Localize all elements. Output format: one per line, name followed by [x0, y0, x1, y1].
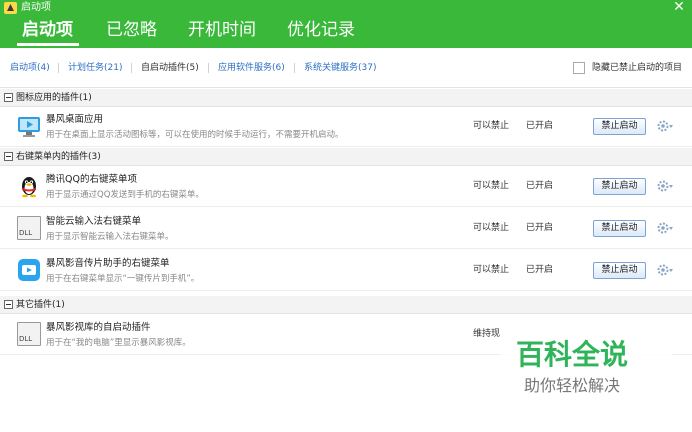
item-advice: 可以禁止 [473, 181, 510, 191]
item-description: 用于显示智能云输入法右键菜单。 [46, 232, 174, 242]
storm-transfer-icon [18, 259, 40, 281]
group-header[interactable]: 其它插件(1) [0, 296, 692, 314]
separator [58, 63, 59, 73]
group-header[interactable]: 右键菜单内的插件(3) [0, 148, 692, 166]
list-item: 暴风影音传片助手的右键菜单 用于在右键菜单显示“一键传片到手机”。 可以禁止 已… [0, 251, 692, 291]
item-title: 暴风桌面应用 [46, 114, 104, 125]
title-bar: 启动项 ✕ [0, 0, 692, 16]
item-description: 用于在桌面上显示活动图标等，可以在使用的时候手动运行，不需要开机启动。 [46, 130, 344, 140]
watermark-title: 百科全说 [516, 338, 629, 371]
gear-icon[interactable] [656, 119, 674, 133]
gear-icon[interactable] [656, 221, 674, 235]
storm-desktop-icon [18, 117, 40, 137]
item-status: 已开启 [526, 181, 554, 191]
disable-startup-button[interactable]: 禁止启动 [593, 118, 646, 135]
dll-file-icon: DLL [17, 216, 41, 240]
separator [294, 63, 295, 73]
hide-disabled-checkbox[interactable] [573, 62, 585, 74]
dll-file-icon-text: DLL [19, 335, 33, 343]
list-item: DLL 智能云输入法右键菜单 用于显示智能云输入法右键菜单。 可以禁止 已开启 … [0, 209, 692, 249]
subtab-startup[interactable]: 启动项(4) [10, 62, 50, 74]
qq-penguin-icon [22, 177, 36, 198]
app-logo-icon [4, 2, 17, 14]
startup-manager-window: 启动项 ✕ 启动项 已忽略 开机时间 优化记录 启动项(4) 计划任务(21) … [0, 0, 692, 432]
item-status: 已开启 [526, 265, 554, 275]
separator [131, 63, 132, 73]
item-advice: 可以禁止 [473, 265, 510, 275]
subtab-system-services[interactable]: 系统关键服务(37) [304, 62, 376, 74]
list-item: 暴风桌面应用 用于在桌面上显示活动图标等，可以在使用的时候手动运行，不需要开机启… [0, 107, 692, 147]
item-advice: 维持现 [473, 329, 501, 339]
watermark-subtitle: 助你轻松解决 [524, 376, 621, 395]
collapse-toggle-icon[interactable] [4, 300, 13, 309]
disable-startup-button[interactable]: 禁止启动 [593, 262, 646, 279]
collapse-toggle-icon[interactable] [4, 93, 13, 102]
list-item: 腾讯QQ的右键菜单项 用于显示通过QQ发送到手机的右键菜单。 可以禁止 已开启 … [0, 167, 692, 207]
item-title: 腾讯QQ的右键菜单项 [46, 174, 137, 185]
gear-icon[interactable] [656, 263, 674, 277]
separator [208, 63, 209, 73]
item-title: 暴风影音传片助手的右键菜单 [46, 258, 170, 269]
main-tabs: 启动项 已忽略 开机时间 优化记录 [0, 16, 692, 48]
subtab-scheduled-tasks[interactable]: 计划任务(21) [68, 62, 122, 74]
disable-startup-button[interactable]: 禁止启动 [593, 178, 646, 195]
item-title: 暴风影视库的自启动插件 [46, 322, 151, 333]
header-bar: 启动项 ✕ 启动项 已忽略 开机时间 优化记录 [0, 0, 692, 48]
hide-disabled-label: 隐藏已禁止启动的项目 [592, 63, 683, 73]
disable-startup-button[interactable]: 禁止启动 [593, 220, 646, 237]
group-label: 图标应用的插件(1) [16, 93, 92, 103]
window-title: 启动项 [21, 2, 51, 13]
active-tab-indicator [17, 43, 79, 46]
item-status: 已开启 [526, 223, 554, 233]
group-label: 其它插件(1) [16, 300, 65, 310]
item-title: 智能云输入法右键菜单 [46, 216, 142, 227]
dll-file-icon: DLL [17, 322, 41, 346]
item-status: 已开启 [526, 121, 554, 131]
item-description: 用于在“我的电脑”里显示暴风影视库。 [46, 338, 191, 348]
group-header[interactable]: 图标应用的插件(1) [0, 89, 692, 107]
item-description: 用于在右键菜单显示“一键传片到手机”。 [46, 274, 200, 284]
collapse-toggle-icon[interactable] [4, 152, 13, 161]
tab-startup-items[interactable]: 启动项 [22, 18, 73, 42]
item-advice: 可以禁止 [473, 223, 510, 233]
group-label: 右键菜单内的插件(3) [16, 152, 101, 162]
item-advice: 可以禁止 [473, 121, 510, 131]
tab-ignored[interactable]: 已忽略 [106, 18, 157, 42]
subtab-plugins[interactable]: 自启动插件(5) [141, 62, 199, 74]
dll-file-icon-text: DLL [19, 229, 33, 237]
subtab-app-services[interactable]: 应用软件服务(6) [218, 62, 285, 74]
item-description: 用于显示通过QQ发送到手机的右键菜单。 [46, 190, 204, 200]
gear-icon[interactable] [656, 179, 674, 193]
tab-boot-time[interactable]: 开机时间 [188, 18, 256, 42]
tab-optimize-log[interactable]: 优化记录 [287, 18, 355, 42]
close-button[interactable]: ✕ [672, 0, 686, 14]
sub-tabs: 启动项(4) 计划任务(21) 自启动插件(5) 应用软件服务(6) 系统关键服… [0, 48, 692, 88]
